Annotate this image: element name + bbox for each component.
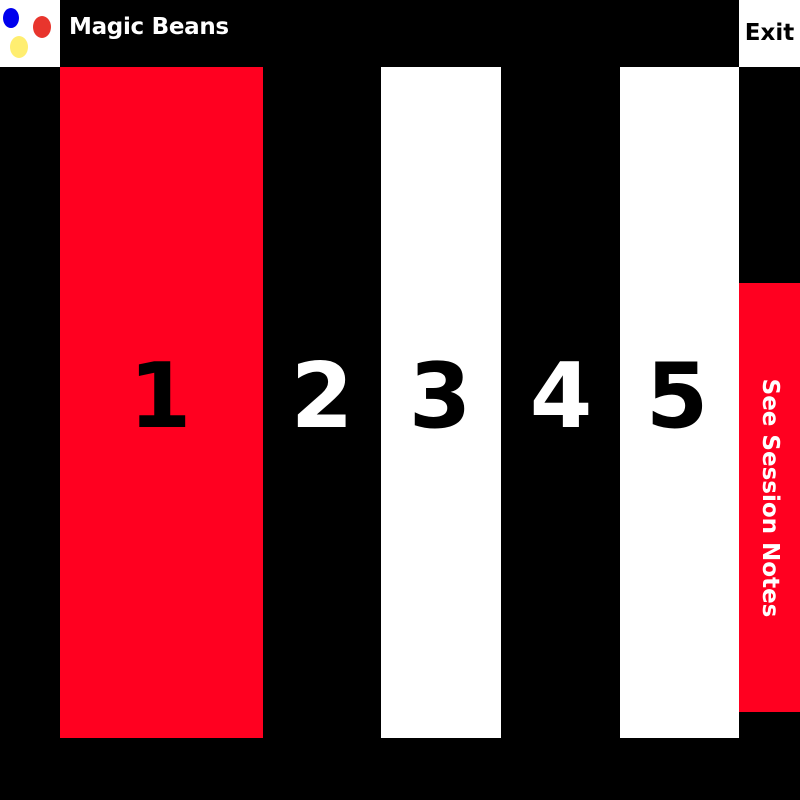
- rating-label-2: 2: [290, 344, 354, 449]
- blue-dot-icon: [3, 8, 19, 28]
- app-title: Magic Beans: [69, 14, 229, 40]
- yellow-dot-icon: [10, 36, 28, 58]
- rating-label-3: 3: [408, 344, 472, 449]
- red-dot-icon: [33, 16, 51, 38]
- rating-label-1: 1: [128, 344, 192, 449]
- exit-button[interactable]: Exit: [739, 0, 800, 67]
- rating-screen: Magic Beans Exit 1 2 3 4 5 See Session N…: [0, 0, 800, 800]
- rating-label-4: 4: [529, 344, 593, 449]
- see-session-notes-label: See Session Notes: [756, 378, 783, 617]
- see-session-notes-button[interactable]: See Session Notes: [739, 283, 800, 712]
- app-logo: [0, 0, 60, 67]
- rating-label-5: 5: [645, 344, 709, 449]
